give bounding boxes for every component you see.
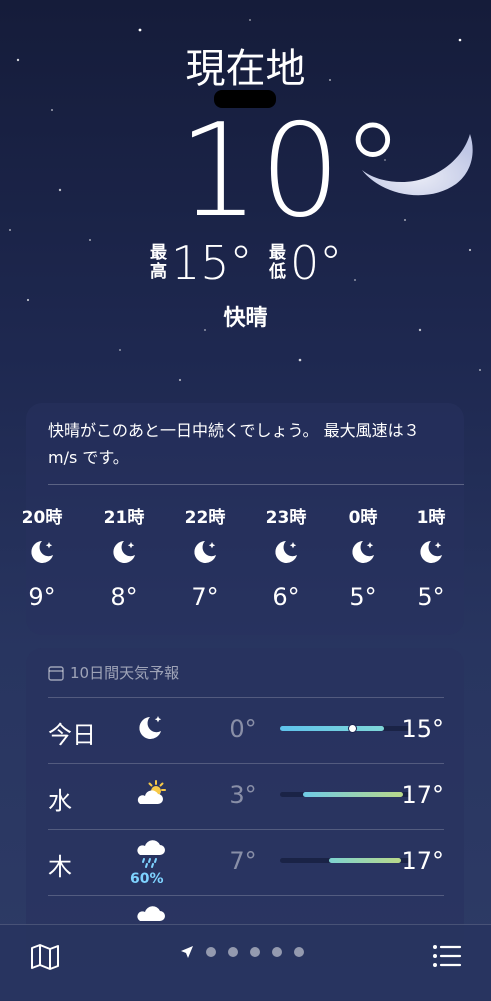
forecast-high: 17° <box>401 847 444 875</box>
moon-stars-icon <box>352 541 374 563</box>
hour-time: 23時 <box>265 508 307 528</box>
forecast-day: 木 <box>48 853 72 881</box>
condition-label: 快晴 <box>223 306 268 331</box>
moon-stars-icon <box>113 541 135 563</box>
temp-range-bar <box>280 792 410 797</box>
hour-temp: 6° <box>272 583 300 611</box>
rain-cloud-icon <box>137 840 165 868</box>
current-temp-dot <box>347 724 357 733</box>
high-temperature: 最高 15° <box>150 240 253 286</box>
low-value: 0° <box>290 236 343 290</box>
current-temperature: 10° <box>178 97 405 246</box>
page-dot[interactable] <box>228 947 238 957</box>
forecast-row[interactable]: 水 3° 17° <box>48 763 444 828</box>
forecast-low: 7° <box>229 847 257 875</box>
divider <box>48 484 464 485</box>
high-value: 15° <box>171 236 253 290</box>
forecast-high: 15° <box>401 715 444 743</box>
divider <box>48 895 444 896</box>
forecast-day: 水 <box>48 787 72 815</box>
page-dot[interactable] <box>250 947 260 957</box>
low-temperature: 最低 0° <box>269 240 342 286</box>
moon-stars-icon <box>139 716 162 739</box>
hour-time: 22時 <box>184 508 226 528</box>
forecast-header: 10日間天気予報 <box>48 662 179 683</box>
temp-range-fill <box>329 858 401 863</box>
location-arrow-icon <box>181 946 193 958</box>
temp-range-bar <box>280 858 410 863</box>
high-label: 最高 <box>150 243 167 282</box>
moon-stars-icon <box>31 541 53 563</box>
forecast-low: 0° <box>229 715 257 743</box>
bottom-toolbar <box>0 924 491 1001</box>
forecast-high: 17° <box>401 781 444 809</box>
hour-time: 1時 <box>416 508 446 528</box>
hour-temp: 5° <box>417 583 445 611</box>
hour-time: 20時 <box>21 508 63 528</box>
low-label: 最低 <box>269 243 286 282</box>
forecast-day: 今日 <box>48 721 96 749</box>
ten-day-forecast-card[interactable]: 10日間天気予報 今日 0° 15° 水 3° 17° 木 60% 7° 17° <box>26 648 464 968</box>
list-icon[interactable] <box>432 943 462 969</box>
page-dot[interactable] <box>272 947 282 957</box>
hour-time: 21時 <box>103 508 145 528</box>
hour-temp: 8° <box>110 583 138 611</box>
page-dot[interactable] <box>206 947 216 957</box>
hour-temp: 5° <box>349 583 377 611</box>
page-indicator[interactable] <box>180 945 304 959</box>
temp-range-fill <box>280 726 384 731</box>
divider <box>48 829 444 830</box>
page-dot[interactable] <box>294 947 304 957</box>
forecast-title: 10日間天気予報 <box>70 664 180 682</box>
forecast-row[interactable]: 今日 0° 15° <box>48 697 444 762</box>
temp-range-bar <box>280 724 410 733</box>
forecast-low: 3° <box>229 781 257 809</box>
forecast-row[interactable]: 木 60% 7° 17° <box>48 829 444 894</box>
location-title: 現在地 <box>185 46 306 92</box>
temp-range-fill <box>303 792 404 797</box>
map-icon[interactable] <box>30 943 60 971</box>
hourly-forecast-card[interactable]: 快晴がこのあと一日中続くでしょう。 最大風速は３ m/s です。 20時 9° … <box>22 403 464 635</box>
divider <box>48 697 444 698</box>
moon-stars-icon <box>275 541 297 563</box>
rain-probability: 60% <box>130 871 164 887</box>
hour-temp: 7° <box>191 583 219 611</box>
moon-stars-icon <box>194 541 216 563</box>
hour-temp: 9° <box>28 583 56 611</box>
moon-stars-icon <box>420 541 442 563</box>
forecast-summary: 快晴がこのあと一日中続くでしょう。 最大風速は３ m/s です。 <box>48 421 420 467</box>
divider <box>48 763 444 764</box>
hour-time: 0時 <box>348 508 378 528</box>
calendar-icon <box>48 665 64 681</box>
partly-sunny-icon <box>137 780 166 804</box>
